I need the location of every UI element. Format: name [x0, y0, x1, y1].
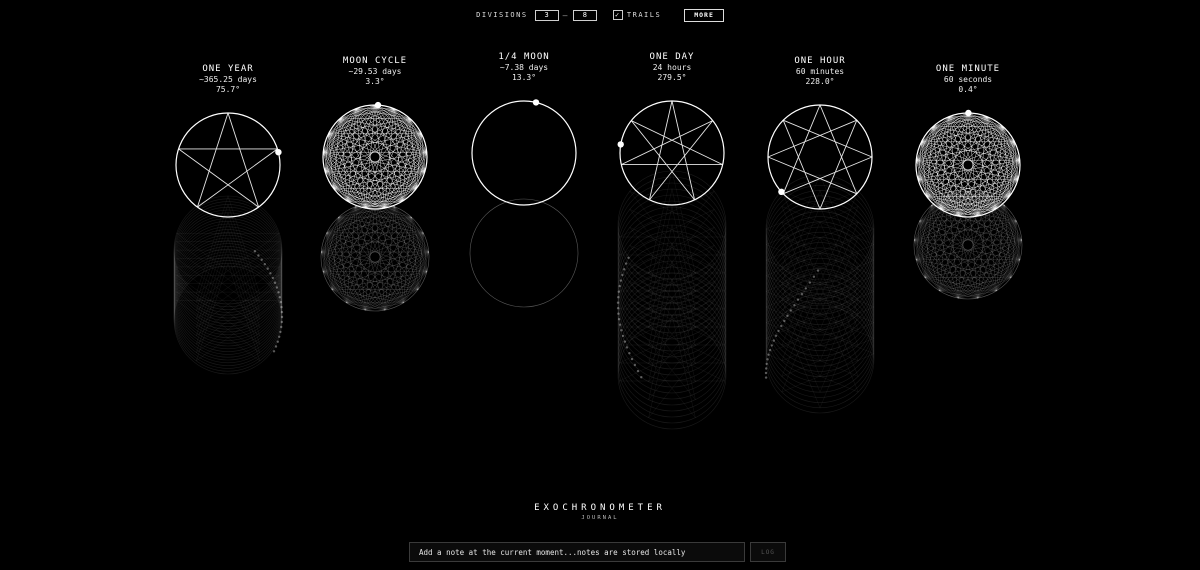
- clock-star: [178, 112, 278, 208]
- app-title: EXOCHRONOMETER: [534, 503, 666, 513]
- clock-angle: 228.0°: [805, 77, 835, 86]
- clock-period: ~29.53 days: [348, 67, 402, 76]
- app-subtitle: JOURNAL: [581, 515, 619, 521]
- clock-trail: [173, 195, 284, 375]
- clock-period: ~365.25 days: [199, 75, 257, 84]
- clock-hand-dot: [532, 99, 540, 106]
- clock-ring: [322, 104, 428, 210]
- clock-angle: 3.3°: [365, 77, 385, 86]
- clock-angle: 75.7°: [215, 85, 241, 94]
- clock-hand-dot: [778, 188, 785, 195]
- clock-hand-dot: [965, 109, 972, 117]
- clock-title: ONE MINUTE: [935, 64, 1001, 74]
- clock-hand-dot: [374, 101, 382, 109]
- clock-title: MOON CYCLE: [342, 56, 408, 66]
- clock-period: ~7.38 days: [499, 63, 549, 72]
- log-button[interactable]: LOG: [750, 542, 786, 562]
- clock-one-year: ONE YEAR ~365.25 days 75.7°: [148, 0, 308, 440]
- clock-quarter-moon: 1/4 MOON ~7.38 days 13.3°: [444, 0, 604, 440]
- clock-trail: [616, 170, 727, 430]
- clock-ring: [915, 112, 1021, 218]
- clock-title: ONE DAY: [649, 52, 695, 62]
- clock-moon-cycle: MOON CYCLE ~29.53 days 3.3°: [295, 0, 455, 440]
- clock-figure: [320, 101, 430, 312]
- clock-title: ONE HOUR: [794, 56, 846, 66]
- clock-hand-dot: [275, 149, 282, 156]
- clock-hand-dot: [617, 141, 624, 148]
- clock-one-day: ONE DAY 24 hours 279.5°: [592, 0, 752, 440]
- clock-ring: [471, 100, 577, 206]
- clock-trail: [764, 174, 875, 414]
- clock-star: [621, 100, 723, 201]
- clock-one-hour: ONE HOUR 60 minutes 228.0°: [740, 0, 900, 440]
- clock-period: 60 minutes: [795, 67, 845, 76]
- clock-angle: 13.3°: [511, 73, 537, 82]
- note-input[interactable]: Add a note at the current moment...notes…: [409, 542, 745, 562]
- clock-title: 1/4 MOON: [498, 52, 550, 62]
- clock-trail: [320, 202, 430, 312]
- clock-period: 60 seconds: [943, 75, 993, 84]
- clock-figure: [764, 104, 875, 414]
- clock-title: ONE YEAR: [202, 64, 254, 74]
- clock-period: 24 hours: [652, 63, 692, 72]
- clock-one-minute: ONE MINUTE 60 seconds 0.4°: [888, 0, 1048, 440]
- clock-angle: 0.4°: [958, 85, 978, 94]
- clock-trail: [469, 198, 579, 308]
- clock-angle: 279.5°: [657, 73, 687, 82]
